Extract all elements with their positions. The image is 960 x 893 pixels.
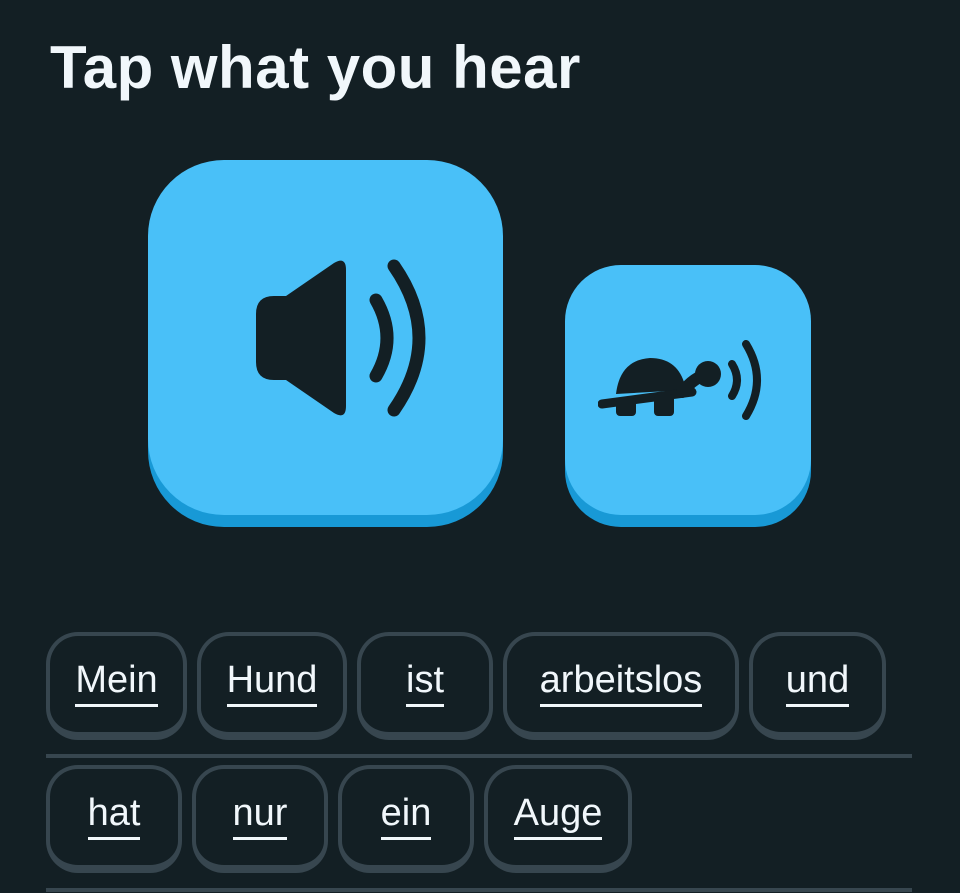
word-chip-hund[interactable]: Hund bbox=[197, 632, 347, 740]
word-chip-nur[interactable]: nur bbox=[192, 765, 328, 873]
page-title: Tap what you hear bbox=[50, 34, 581, 101]
word-bank-row-1: Mein Hund ist arbeitslos und bbox=[46, 632, 912, 758]
word-chip-ist[interactable]: ist bbox=[357, 632, 493, 740]
word-chip-hat[interactable]: hat bbox=[46, 765, 182, 873]
word-chip-auge[interactable]: Auge bbox=[484, 765, 632, 873]
word-chip-label: Mein bbox=[75, 658, 158, 707]
speaker-icon bbox=[255, 259, 425, 416]
word-chip-label: nur bbox=[232, 791, 288, 840]
word-chip-label: und bbox=[785, 658, 850, 707]
word-chip-label: ein bbox=[380, 791, 432, 840]
turtle-speaker-icon bbox=[598, 340, 761, 420]
word-chip-label: hat bbox=[87, 791, 141, 840]
word-chip-label: Auge bbox=[513, 791, 603, 840]
play-slow-audio-button[interactable] bbox=[565, 265, 811, 515]
word-bank-row-2: hat nur ein Auge bbox=[46, 765, 912, 892]
word-chip-und[interactable]: und bbox=[749, 632, 886, 740]
word-chip-arbeitslos[interactable]: arbeitslos bbox=[503, 632, 739, 740]
word-chip-label: ist bbox=[406, 658, 444, 707]
word-chip-label: Hund bbox=[226, 658, 318, 707]
word-chip-mein[interactable]: Mein bbox=[46, 632, 187, 740]
play-audio-button[interactable] bbox=[148, 160, 503, 515]
word-chip-ein[interactable]: ein bbox=[338, 765, 474, 873]
word-chip-label: arbeitslos bbox=[539, 658, 703, 707]
